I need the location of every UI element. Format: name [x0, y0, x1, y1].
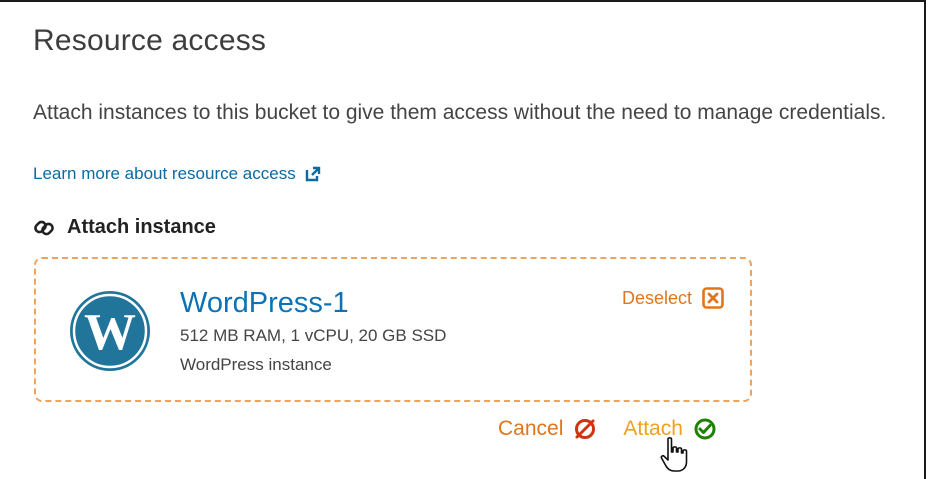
instance-spec: 512 MB RAM, 1 vCPU, 20 GB SSD [180, 326, 447, 345]
panel-description: Attach instances to this bucket to give … [33, 101, 887, 124]
resource-access-panel: Resource access Attach instances to this… [0, 0, 926, 479]
wordpress-logo-icon: W [70, 291, 150, 371]
external-link-icon [305, 166, 320, 182]
svg-text:W: W [84, 304, 136, 361]
link-icon [34, 220, 54, 235]
instance-name[interactable]: WordPress-1 [180, 287, 349, 320]
check-circle-icon [694, 418, 716, 440]
learn-more-label: Learn more about resource access [33, 164, 296, 183]
cancel-icon [575, 419, 596, 439]
instance-type: WordPress instance [180, 355, 332, 374]
cancel-label: Cancel [498, 417, 564, 440]
close-box-icon [702, 287, 724, 309]
attach-instance-heading: Attach instance [33, 216, 216, 239]
deselect-button[interactable]: Deselect [622, 287, 724, 309]
hand-pointer-cursor-icon [660, 437, 688, 472]
deselect-label: Deselect [621, 287, 692, 308]
attach-instance-label: Attach instance [67, 216, 216, 238]
cancel-button[interactable]: Cancel [498, 417, 597, 441]
instance-card[interactable]: W WordPress-1 512 MB RAM, 1 vCPU, 20 GB … [34, 257, 752, 402]
panel-title: Resource access [33, 24, 267, 57]
learn-more-link[interactable]: Learn more about resource access [33, 164, 322, 184]
